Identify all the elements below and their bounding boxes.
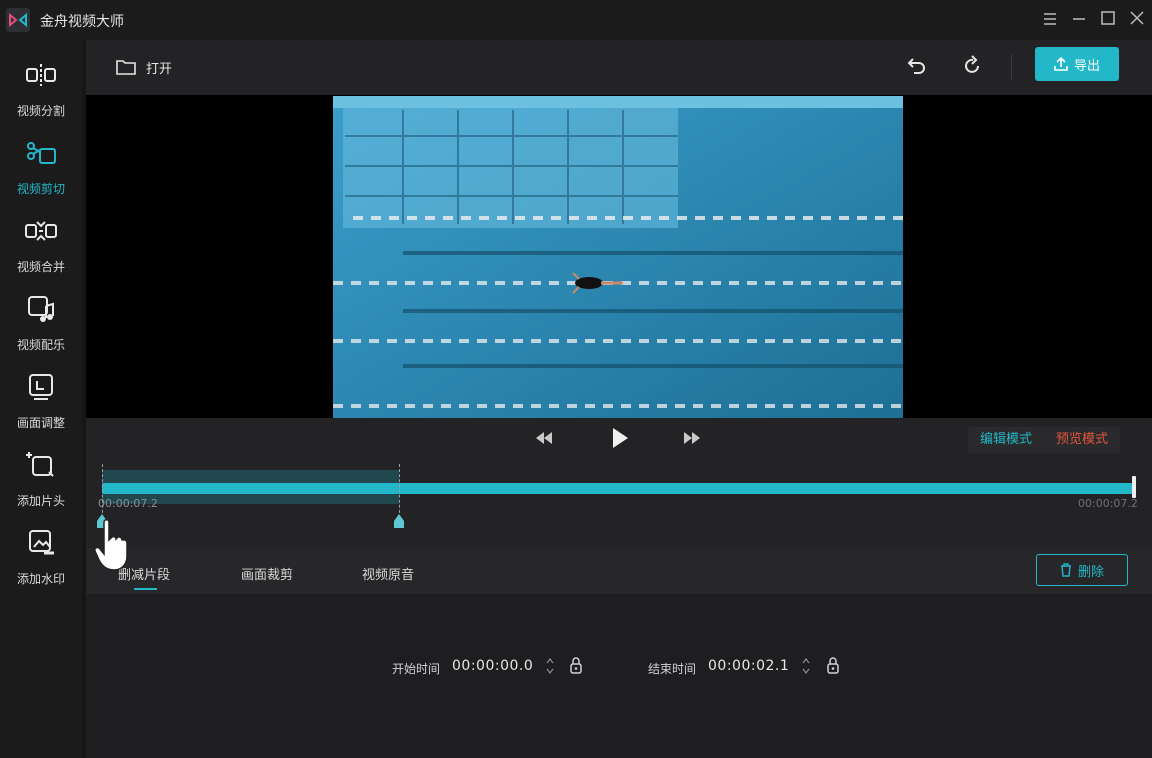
sidebar-item-video-split[interactable]: 视频分割 [0,50,82,118]
sidebar-item-label: 添加水印 [16,572,65,586]
video-preview-area [86,95,1152,418]
edit-mode-button[interactable]: 编辑模式 [968,427,1044,453]
sidebar-item-add-intro[interactable]: 添加片头 [0,440,82,508]
edit-tabs: 删减片段 画面裁剪 视频原音 删除 [86,548,1152,594]
timeline-track[interactable] [102,483,1136,494]
folder-icon [116,60,136,75]
maximize-icon[interactable] [1097,9,1119,31]
app-logo-icon [6,8,30,32]
timeline-total-time: 00:00:07.2 [1078,497,1138,510]
sidebar-item-label: 画面调整 [16,416,65,430]
open-label: 打开 [146,61,173,77]
play-icon[interactable] [610,426,630,450]
undo-icon[interactable] [904,54,928,78]
sidebar-item-label: 视频配乐 [16,338,65,352]
end-time-label: 结束时间 [648,662,697,676]
main-area: 打开 导出 编辑模式 预览模式 00:00:07.2 00:00:07.2 删减… [86,40,1152,758]
menu-icon[interactable] [1039,9,1061,31]
tab-crop[interactable]: 画面裁剪 [241,564,293,583]
sidebar-item-add-watermark[interactable]: 添加水印 [0,518,82,586]
upload-icon [1054,57,1068,71]
open-button[interactable]: 打开 [116,54,172,80]
export-label: 导出 [1073,58,1100,74]
fast-forward-icon[interactable] [682,430,702,446]
start-time-label: 开始时间 [392,662,441,676]
sidebar-item-label: 添加片头 [16,494,65,508]
start-time-stepper[interactable] [546,656,554,676]
end-marker-line [399,464,400,518]
minimize-icon[interactable] [1068,9,1090,31]
start-lock-icon[interactable] [569,656,583,674]
delete-label: 删除 [1077,564,1104,580]
title-bar: 金舟视频大师 [0,0,1152,40]
video-merge-icon [25,221,57,241]
toolbar: 打开 导出 [86,40,1152,95]
end-time-input[interactable]: 00:00:02.1 [708,658,789,674]
sidebar-item-label: 视频分割 [16,104,65,118]
tab-original-audio[interactable]: 视频原音 [362,564,414,583]
sidebar: 视频分割 视频剪切 视频合并 视频配乐 画面调整 添加片头 添加水印 [0,40,82,758]
video-music-icon [28,296,54,322]
rewind-icon[interactable] [534,430,554,446]
video-frame [333,96,903,418]
end-time-stepper[interactable] [802,656,810,676]
add-intro-icon [26,452,54,477]
sidebar-item-video-cut[interactable]: 视频剪切 [0,128,82,196]
redo-icon[interactable] [960,54,984,78]
timeline-end-handle[interactable] [1132,476,1136,498]
end-lock-icon[interactable] [826,656,840,674]
sidebar-item-label: 视频合并 [16,260,65,274]
start-time-input[interactable]: 00:00:00.0 [452,658,533,674]
active-tab-indicator [134,588,157,590]
mode-switch: 编辑模式 预览模式 [968,427,1120,453]
app-title: 金舟视频大师 [40,14,124,30]
end-marker-handle[interactable] [394,514,404,528]
toolbar-divider [1011,54,1012,80]
timeline-current-time: 00:00:07.2 [98,497,158,510]
export-button[interactable]: 导出 [1035,47,1119,81]
preview-mode-button[interactable]: 预览模式 [1044,427,1120,453]
sidebar-item-picture-adjust[interactable]: 画面调整 [0,362,82,430]
close-icon[interactable] [1126,9,1148,31]
trash-icon [1060,563,1071,577]
sidebar-item-video-music[interactable]: 视频配乐 [0,284,82,352]
delete-button[interactable]: 删除 [1036,554,1128,586]
video-cut-icon [27,142,56,164]
sidebar-item-video-merge[interactable]: 视频合并 [0,206,82,274]
hand-cursor-icon [94,519,128,571]
video-split-icon [26,64,56,86]
add-watermark-icon [29,530,54,555]
sidebar-item-label: 视频剪切 [16,182,65,196]
picture-adjust-icon [29,374,53,400]
segment-panel: 开始时间 00:00:00.0 结束时间 00:00:02.1 [86,594,1152,758]
